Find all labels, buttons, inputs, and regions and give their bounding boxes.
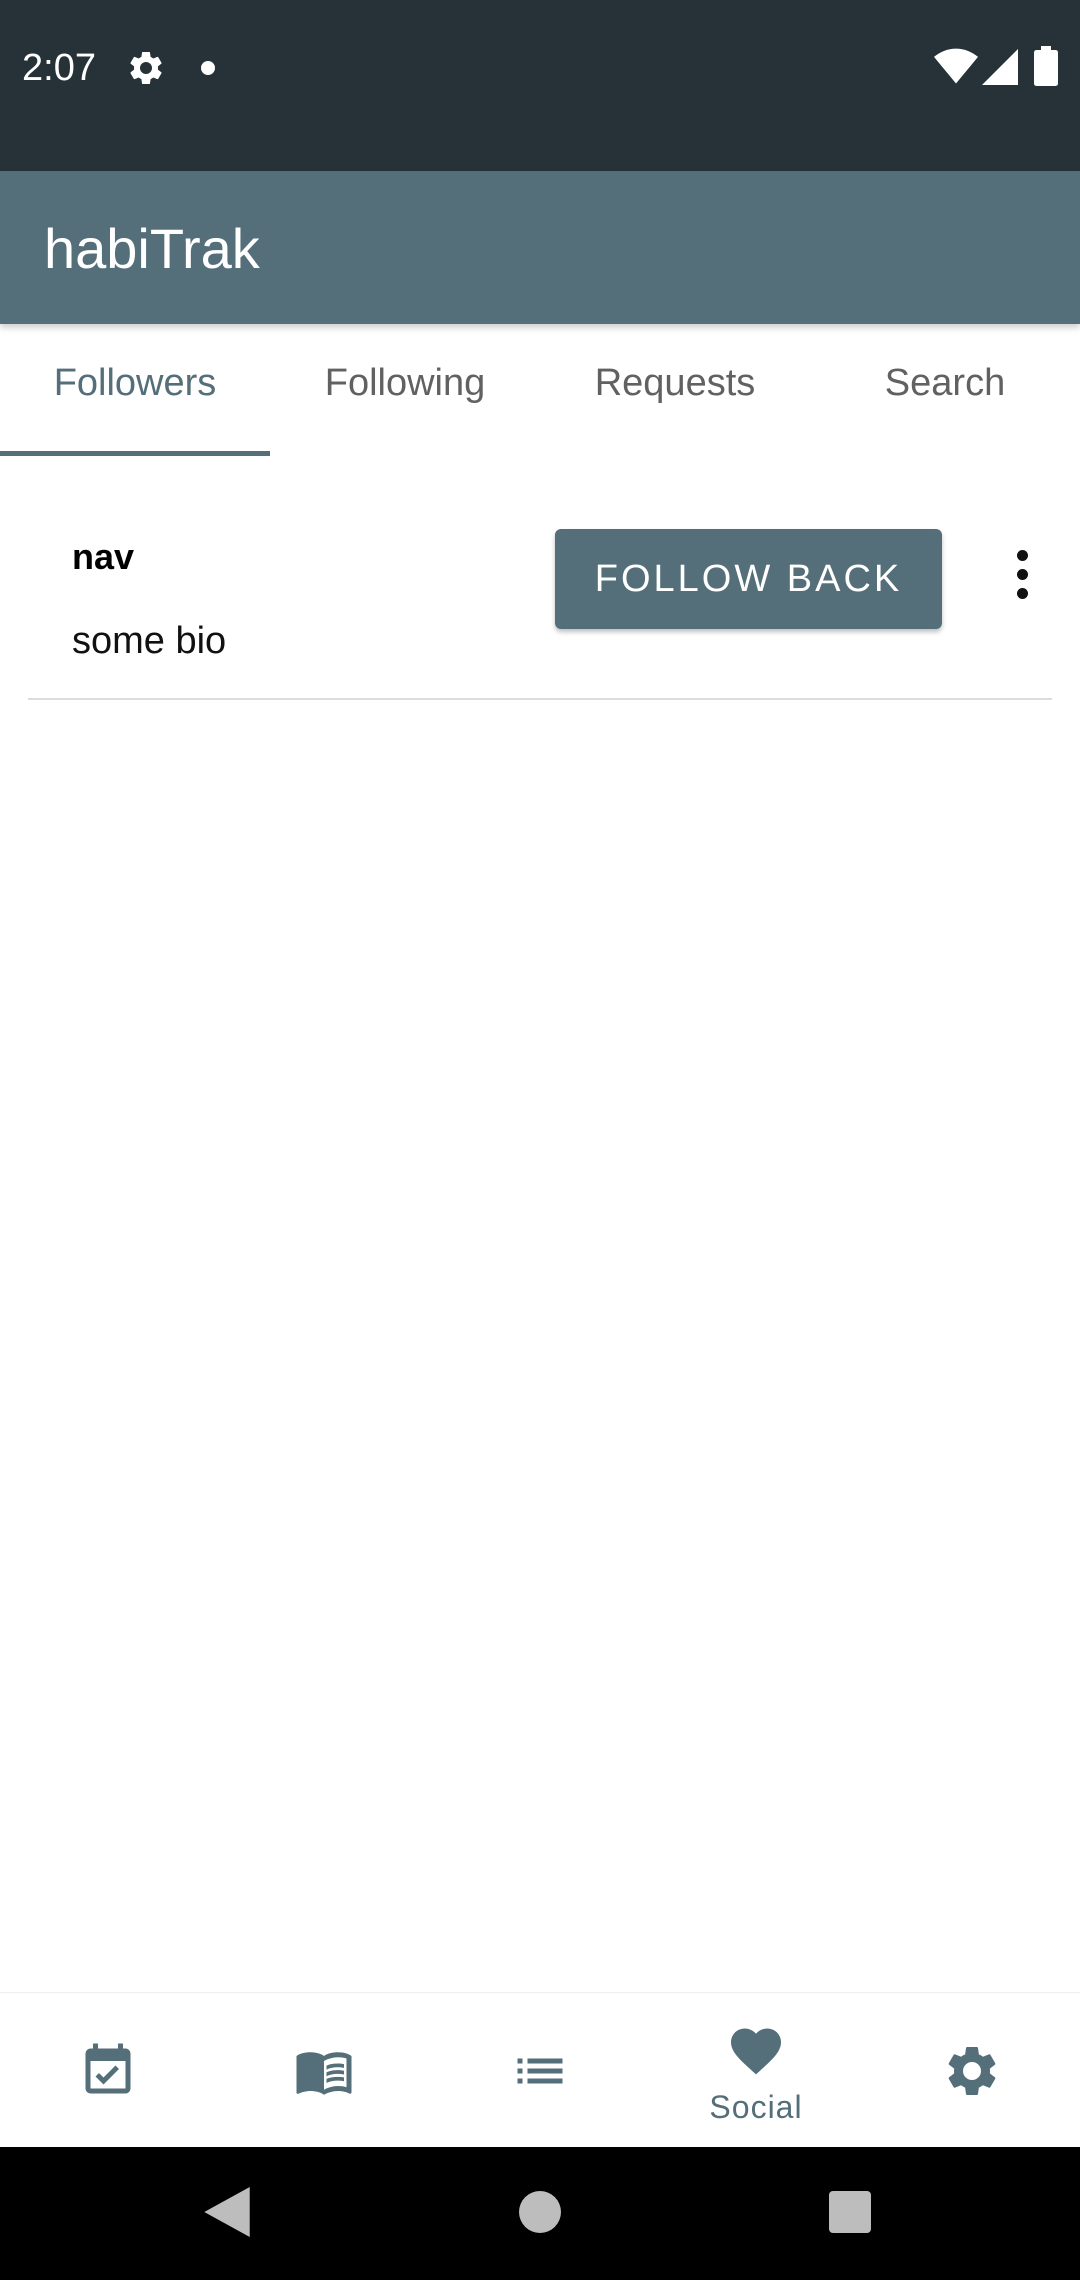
open-book-icon: [296, 2051, 352, 2095]
tab-followers[interactable]: Followers: [0, 324, 270, 456]
recents-icon[interactable]: [829, 2191, 871, 2233]
tab-label: Following: [324, 361, 486, 404]
tab-label: Requests: [594, 361, 756, 404]
list-item[interactable]: nav some bio FOLLOW BACK: [28, 500, 1052, 700]
heart-icon: [731, 2028, 781, 2075]
tab-search[interactable]: Search: [810, 324, 1080, 456]
status-time: 2:07: [22, 47, 96, 89]
tab-label: Followers: [53, 361, 217, 404]
status-bar: 2:07: [0, 0, 1080, 171]
app-bar: habiTrak: [0, 171, 1080, 324]
nav-item-social[interactable]: Social: [648, 1993, 864, 2148]
nav-item-habits[interactable]: [0, 1993, 216, 2148]
nav-label-social: Social: [709, 2089, 803, 2125]
bottom-nav: Social: [0, 1992, 1080, 2147]
list-icon: [517, 2058, 563, 2083]
wifi-icon: [934, 48, 978, 84]
tab-label: Search: [884, 361, 1006, 404]
tab-bar: Followers Following Requests Search: [0, 324, 1080, 456]
battery-icon: [1034, 46, 1058, 86]
tab-active-indicator: [0, 451, 270, 456]
nav-item-journal[interactable]: [216, 1993, 432, 2148]
nav-item-settings[interactable]: [864, 1993, 1080, 2148]
tab-requests[interactable]: Requests: [540, 324, 810, 456]
system-nav-bar: [0, 2147, 1080, 2280]
more-vert-icon[interactable]: [1010, 550, 1034, 600]
calendar-check-icon: [85, 2043, 131, 2093]
follower-bio: some bio: [72, 620, 227, 662]
gear-icon: [130, 51, 162, 84]
back-icon[interactable]: [204, 2187, 250, 2237]
app-title: habiTrak: [44, 217, 260, 280]
follow-back-button[interactable]: FOLLOW BACK: [555, 529, 942, 629]
signal-icon: [982, 49, 1018, 85]
home-icon[interactable]: [519, 2191, 561, 2233]
settings-gear-icon: [948, 2046, 996, 2095]
nav-item-list[interactable]: [432, 1993, 648, 2148]
follower-name: nav: [72, 536, 135, 577]
notification-dot-icon: [201, 61, 215, 75]
tab-following[interactable]: Following: [270, 324, 540, 456]
